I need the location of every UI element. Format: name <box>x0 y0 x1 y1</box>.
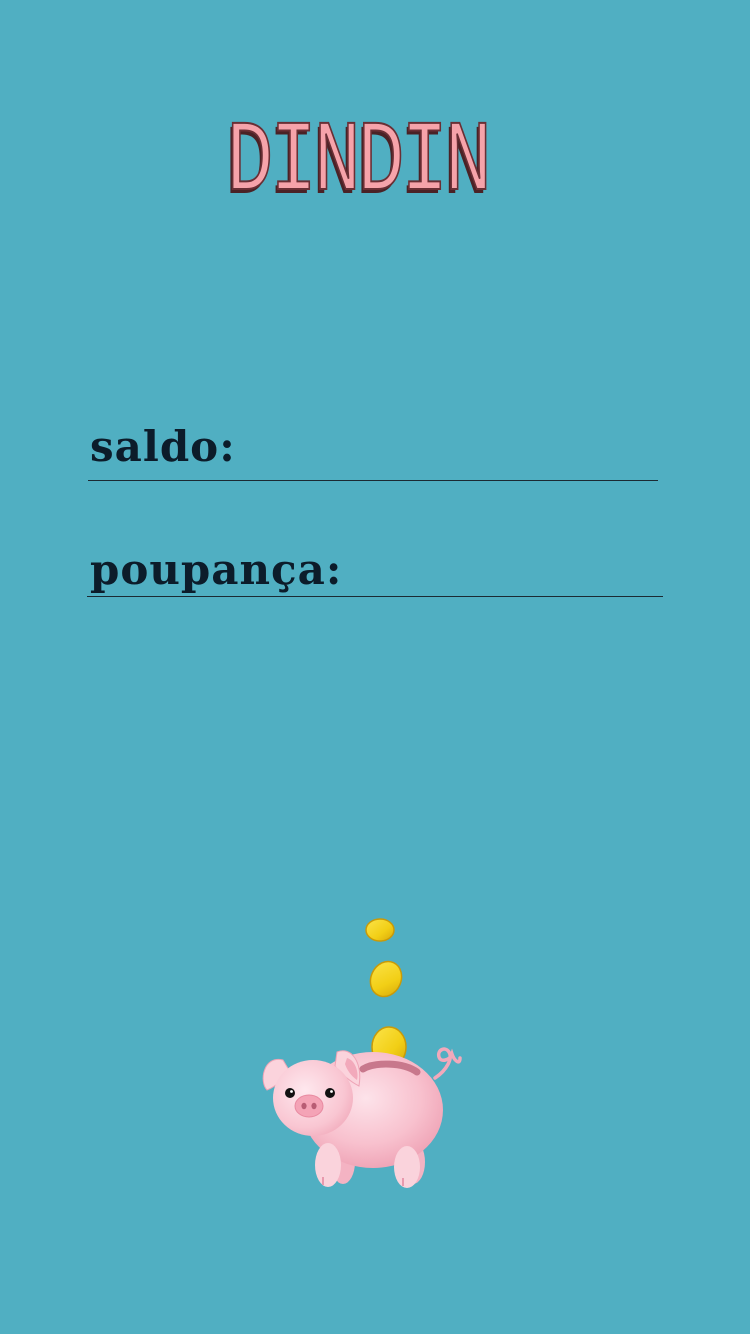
saldo-underline <box>88 480 658 481</box>
coin-icon <box>369 960 403 998</box>
coin-icon <box>365 918 395 942</box>
poupanca-label: poupança: <box>90 545 343 594</box>
piggy-bank-icon[interactable] <box>255 910 470 1195</box>
poupanca-underline <box>87 596 663 597</box>
saldo-label: saldo: <box>90 422 236 471</box>
app-title: DINDIN <box>226 107 493 221</box>
